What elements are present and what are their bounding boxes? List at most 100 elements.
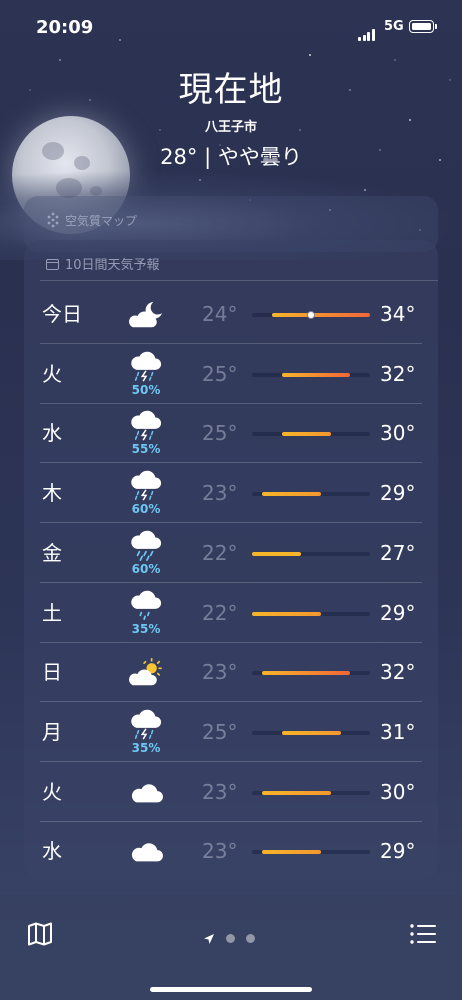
low-temp: 23°: [202, 779, 238, 804]
temp-range-bar: [261, 492, 321, 497]
temp-range-track: [252, 311, 370, 319]
bottom-toolbar: [0, 895, 462, 1000]
temp-range-bar: [281, 372, 351, 377]
current-conditions: 28° | やや曇り: [160, 145, 302, 169]
thunderstorm-icon: [131, 470, 162, 501]
high-temp: 34°: [380, 302, 416, 326]
low-temp: 24°: [202, 302, 238, 326]
low-temp: 22°: [202, 600, 238, 625]
forecast-day: 土: [42, 600, 62, 625]
precip-chance: 55%: [131, 442, 161, 457]
map-icon[interactable]: [27, 922, 53, 946]
high-temp: 29°: [380, 481, 416, 506]
cloud-icon: [131, 843, 163, 862]
temp-range-track: [252, 790, 370, 795]
temp-range-track: [252, 551, 370, 556]
high-temp: 29°: [380, 600, 416, 625]
forecast-title: 10日間天気予報: [46, 254, 160, 273]
precip-chance: 35%: [131, 740, 161, 755]
low-temp: 25°: [202, 719, 238, 744]
forecast-title-label: 10日間天気予報: [65, 258, 160, 273]
location-title: 現在地: [178, 70, 284, 110]
precip-chance: 60%: [131, 502, 161, 517]
forecast-day: 水: [42, 421, 62, 446]
ten-day-forecast-card: 10日間天気予報 今日 24° 34° 火 50% 25° 32° 水 55% 25° 30° 木 60…: [24, 240, 438, 880]
high-temp: 32°: [380, 361, 416, 386]
high-temp: 29°: [380, 839, 416, 864]
temp-range-track: [252, 492, 370, 497]
temp-range-bar: [252, 611, 321, 616]
list-icon[interactable]: [410, 924, 436, 944]
forecast-row[interactable]: 今日 24° 34°: [24, 285, 438, 344]
temp-range-bar: [281, 730, 341, 735]
thunderstorm-icon: [131, 351, 162, 382]
forecast-day: 月: [42, 719, 62, 744]
divider: [40, 280, 438, 281]
current-temp-marker: [307, 311, 315, 319]
forecast-day: 木: [42, 481, 62, 506]
drizzle-icon: [131, 590, 162, 620]
high-temp: 30°: [380, 779, 416, 804]
low-temp: 22°: [202, 540, 238, 565]
low-temp: 25°: [202, 421, 238, 446]
air-quality-title: 空気質マップ: [44, 211, 137, 229]
status-time: 20:09: [36, 17, 94, 38]
forecast-row[interactable]: 火 50% 25° 32°: [24, 345, 438, 404]
temp-range-bar: [252, 551, 302, 556]
forecast-row[interactable]: 木 60% 23° 29°: [24, 464, 438, 524]
precip-chance: 60%: [131, 561, 161, 576]
forecast-row[interactable]: 水 55% 25° 30°: [24, 404, 438, 464]
partly-sunny-icon: [129, 658, 162, 686]
forecast-row[interactable]: 水 23° 29°: [24, 822, 438, 881]
page-dot[interactable]: [246, 934, 255, 943]
page-dot[interactable]: [226, 934, 235, 943]
temp-range-track: [252, 611, 370, 616]
high-temp: 30°: [380, 421, 416, 446]
temp-range-track: [252, 372, 370, 377]
low-temp: 23°: [202, 660, 238, 685]
forecast-day: 金: [42, 540, 62, 565]
low-temp: 25°: [202, 361, 238, 386]
thunderstorm-icon: [131, 411, 162, 441]
temp-range-track: [252, 730, 370, 735]
page-indicator[interactable]: [203, 928, 266, 947]
high-temp: 27°: [380, 540, 416, 565]
signal-icon: [358, 22, 376, 41]
cloud-icon: [131, 783, 163, 803]
air-quality-label: 空気質マップ: [65, 214, 138, 228]
status-bar: 20:09 5G: [0, 0, 462, 56]
temp-range-bar: [271, 313, 370, 317]
forecast-row[interactable]: 土 35% 22° 29°: [24, 584, 438, 643]
calendar-icon: [46, 259, 59, 270]
battery-icon: [409, 20, 437, 33]
location-arrow-icon: [204, 933, 214, 944]
temp-range-bar: [261, 850, 321, 855]
thunderstorm-icon: [131, 709, 162, 740]
air-quality-icon: [47, 212, 59, 228]
high-temp: 32°: [380, 660, 416, 685]
precip-chance: 50%: [131, 382, 161, 397]
forecast-day: 水: [42, 839, 62, 864]
low-temp: 23°: [202, 481, 238, 506]
rain-icon: [131, 530, 162, 561]
location-header: 現在地 八王子市 28° | やや曇り: [0, 68, 462, 171]
forecast-day: 火: [42, 779, 62, 804]
home-indicator[interactable]: [150, 987, 312, 992]
temp-range-bar: [261, 671, 351, 676]
temp-range-track: [252, 671, 370, 676]
forecast-row[interactable]: 火 23° 30°: [24, 763, 438, 822]
low-temp: 23°: [202, 839, 238, 864]
forecast-day: 火: [42, 361, 62, 386]
forecast-day: 今日: [42, 302, 82, 326]
forecast-row[interactable]: 日 23° 32°: [24, 643, 438, 703]
precip-chance: 35%: [131, 621, 161, 636]
forecast-day: 日: [42, 660, 62, 685]
temp-range-bar: [281, 432, 331, 437]
forecast-row[interactable]: 月 35% 25° 31°: [24, 703, 438, 762]
forecast-row[interactable]: 金 60% 22° 27°: [24, 524, 438, 583]
high-temp: 31°: [380, 719, 416, 744]
temp-range-track: [252, 850, 370, 855]
partly-cloudy-night-icon: [129, 301, 162, 328]
city-name: 八王子市: [204, 120, 257, 135]
temp-range-bar: [261, 790, 331, 795]
